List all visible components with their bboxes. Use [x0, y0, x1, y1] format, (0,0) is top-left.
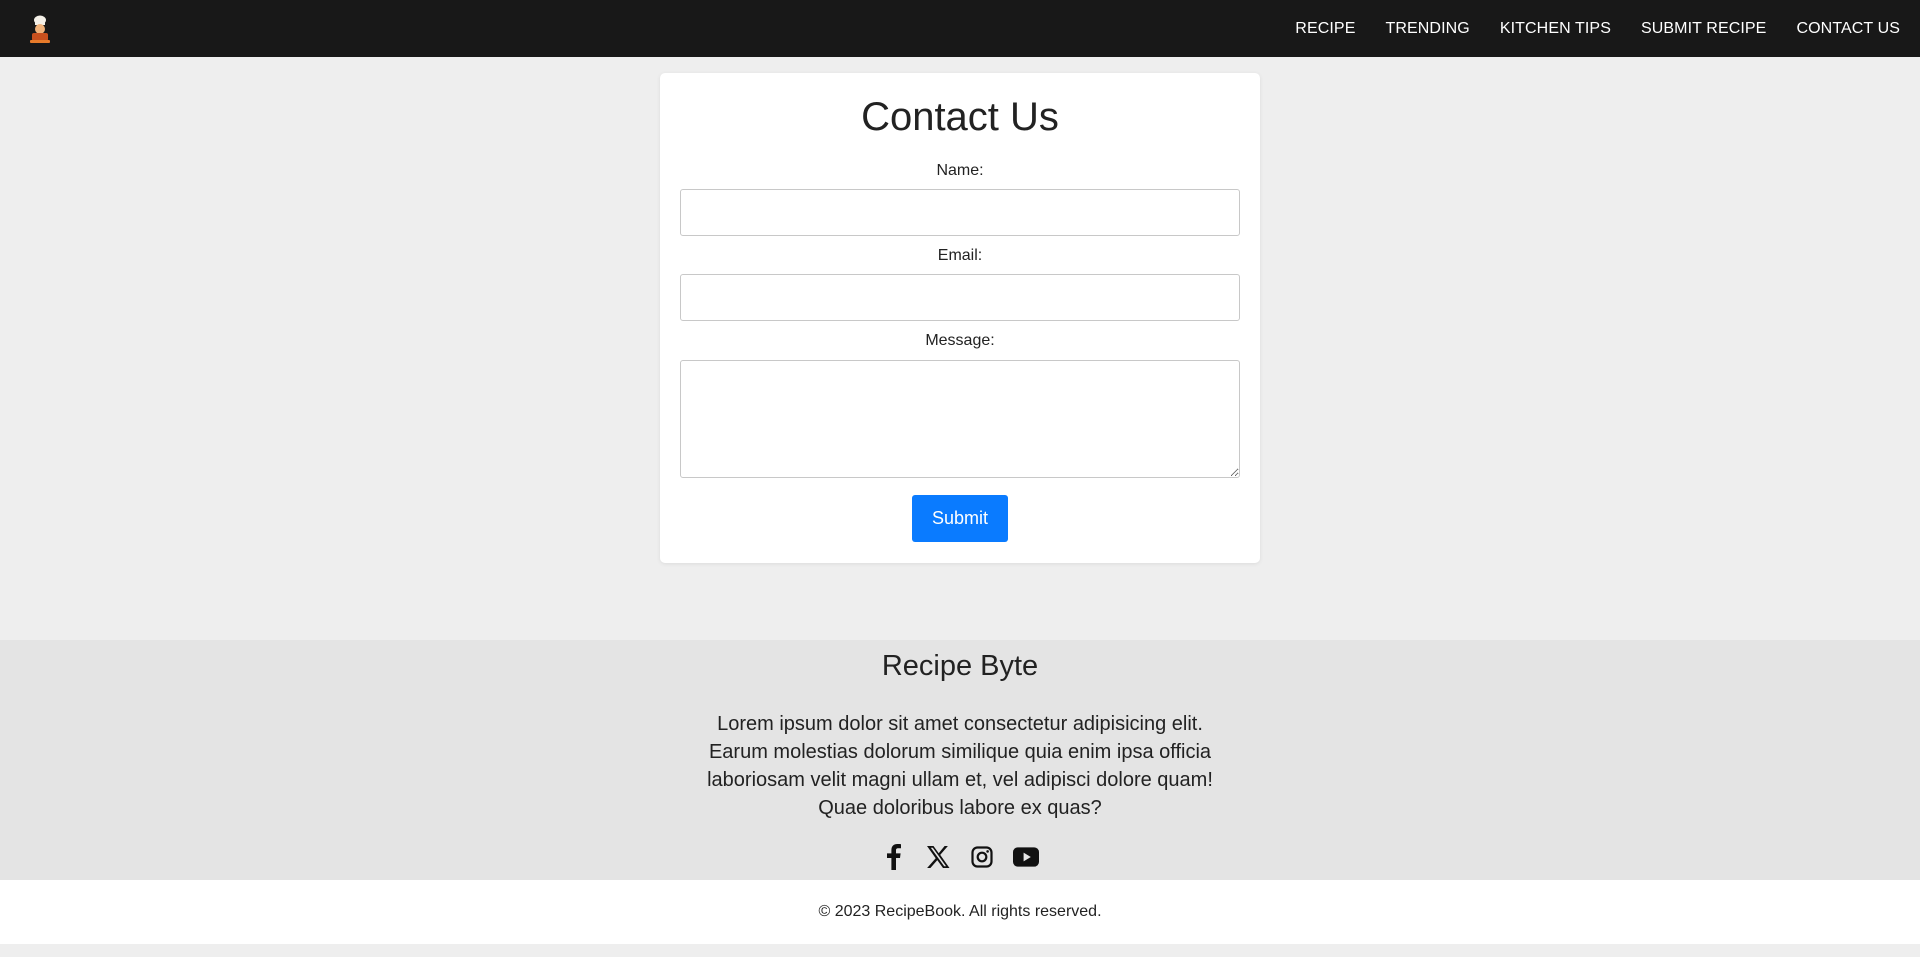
footer-brand: Recipe Byte: [881, 650, 1039, 682]
nav-link-trending[interactable]: TRENDING: [1385, 20, 1469, 38]
nav-link-submit-recipe[interactable]: SUBMIT RECIPE: [1641, 20, 1766, 38]
top-navbar: RECIPE TRENDING KITCHEN TIPS SUBMIT RECI…: [0, 0, 1920, 57]
footer: Recipe Byte Lorem ipsum dolor sit amet c…: [0, 640, 1920, 880]
contact-card: Contact Us Name: Email: Message: Submit: [660, 73, 1260, 563]
name-field[interactable]: [680, 189, 1240, 236]
email-label: Email:: [937, 247, 983, 264]
x-icon[interactable]: [925, 844, 951, 870]
footer-description: Lorem ipsum dolor sit amet consectetur a…: [707, 713, 1213, 819]
nav-link-kitchen-tips[interactable]: KITCHEN TIPS: [1500, 20, 1611, 38]
email-field[interactable]: [680, 274, 1240, 321]
chef-logo-icon[interactable]: [28, 14, 52, 44]
copyright-text: © 2023 RecipeBook. All rights reserved.: [0, 880, 1920, 944]
page-title: Contact Us: [861, 95, 1059, 139]
facebook-icon[interactable]: [881, 844, 907, 870]
submit-button[interactable]: Submit: [912, 495, 1008, 542]
youtube-icon[interactable]: [1013, 844, 1039, 870]
message-field[interactable]: [680, 360, 1240, 478]
social-links: [0, 844, 1920, 870]
name-label: Name:: [936, 162, 984, 179]
nav-links: RECIPE TRENDING KITCHEN TIPS SUBMIT RECI…: [1265, 20, 1900, 38]
message-label: Message:: [925, 332, 995, 349]
nav-link-contact-us[interactable]: CONTACT US: [1796, 20, 1900, 38]
nav-link-recipe[interactable]: RECIPE: [1295, 20, 1355, 38]
instagram-icon[interactable]: [969, 844, 995, 870]
